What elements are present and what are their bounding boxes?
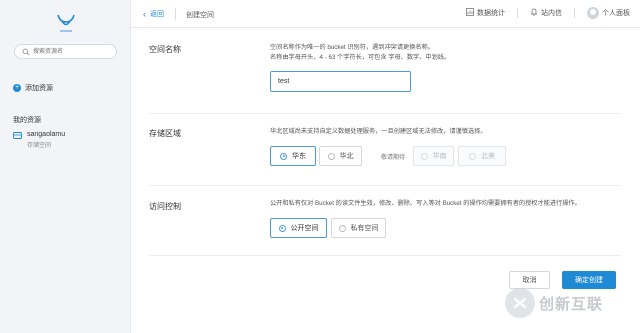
search-box[interactable] [14, 44, 117, 59]
access-option-private[interactable]: 私有空间 [331, 218, 386, 238]
description-line: 空间名称作为唯一的 bucket 识别符，遇到冲突请更换名称。 [270, 44, 434, 51]
bucket-name: sangaolamu [27, 131, 66, 138]
access-control-description: 公开和私有仅对 Bucket 的读文件生效，修改、删除、写入等对 Bucket … [270, 200, 581, 207]
access-option-public[interactable]: 公开空间 [270, 218, 327, 238]
stats-label: 数据统计 [477, 10, 505, 17]
avatar [587, 7, 599, 19]
region-option-north-america: 北美 [458, 146, 506, 166]
region-option-south: 华南 [413, 146, 454, 166]
radio-dot [278, 224, 286, 232]
bucket-name-label: 空间名称 [149, 45, 181, 54]
access-option-label: 公开空间 [290, 225, 319, 232]
description-line: 名称由字母开头，4 - 63 个字符长，可包含 字母、数字、中划线。 [270, 54, 451, 61]
search-input[interactable] [33, 47, 113, 57]
create-button[interactable]: 确定创建 [562, 271, 616, 289]
region-option-east[interactable]: 华东 [270, 146, 316, 166]
region-option-label: 华东 [292, 153, 306, 160]
divider [574, 8, 575, 18]
access-control-label: 访问控制 [149, 202, 181, 211]
region-description: 华北区域尚未支持自定义数据处理服务，一旦创建区域无法修改，请谨慎选择。 [270, 128, 487, 135]
my-resources-heading: 我的资源 [13, 117, 41, 124]
user-panel-label: 个人面板 [602, 10, 630, 17]
breadcrumb: 创建空间 [186, 12, 214, 19]
user-panel-button[interactable]: 个人面板 [587, 7, 630, 19]
messages-label: 站内信 [541, 10, 562, 17]
back-button[interactable]: ‹ 返回 [143, 9, 164, 19]
divider [175, 8, 176, 20]
watermark-text: 创新互联 [539, 294, 604, 313]
stats-icon [466, 8, 474, 18]
region-label: 存储区域 [149, 129, 181, 138]
back-label: 返回 [150, 11, 164, 18]
radio-dot [338, 224, 346, 232]
radio-dot [420, 152, 428, 160]
search-icon [22, 48, 30, 58]
add-resource-button[interactable]: + 添加资源 [13, 83, 53, 93]
region-option-north[interactable]: 华北 [319, 146, 362, 166]
section-divider [149, 113, 621, 114]
bucket-type: 存储空间 [27, 143, 52, 149]
region-option-label: 华北 [339, 153, 354, 160]
radio-dot [327, 152, 335, 160]
stats-button[interactable]: 数据统计 [466, 8, 505, 18]
radio-dot [280, 152, 287, 160]
divider [517, 8, 518, 18]
region-option-label: 华南 [432, 153, 447, 160]
sidebar: + 添加资源 我的资源 sangaolamu 存储空间 [0, 0, 131, 333]
radio-dot [469, 152, 476, 160]
section-divider [149, 185, 621, 186]
plus-icon: + [13, 84, 21, 92]
section-divider [149, 255, 621, 256]
coming-soon-label: 敬请期待 [381, 155, 406, 161]
cancel-button[interactable]: 取消 [509, 271, 550, 289]
messages-button[interactable]: 站内信 [530, 8, 562, 18]
qiniu-logo[interactable] [52, 12, 80, 34]
watermark-logo-icon [505, 288, 535, 318]
add-resource-label: 添加资源 [25, 85, 53, 92]
access-option-label: 私有空间 [350, 225, 379, 232]
bucket-icon [13, 131, 22, 149]
top-actions: 数据统计 站内信 个人面板 [466, 7, 630, 19]
sidebar-item-bucket[interactable]: sangaolamu 存储空间 [13, 131, 65, 149]
region-option-label: 北美 [481, 153, 495, 160]
chevron-left-icon: ‹ [143, 9, 146, 19]
bucket-name-input[interactable] [270, 71, 411, 92]
top-bar: ‹ 返回 创建空间 数据统计 站内信 个人面板 [131, 0, 640, 28]
bell-icon [530, 8, 538, 18]
bucket-name-description: 空间名称作为唯一的 bucket 识别符，遇到冲突请更换名称。 名称由字母开头，… [270, 43, 450, 63]
watermark: 创新互联 [505, 288, 603, 318]
